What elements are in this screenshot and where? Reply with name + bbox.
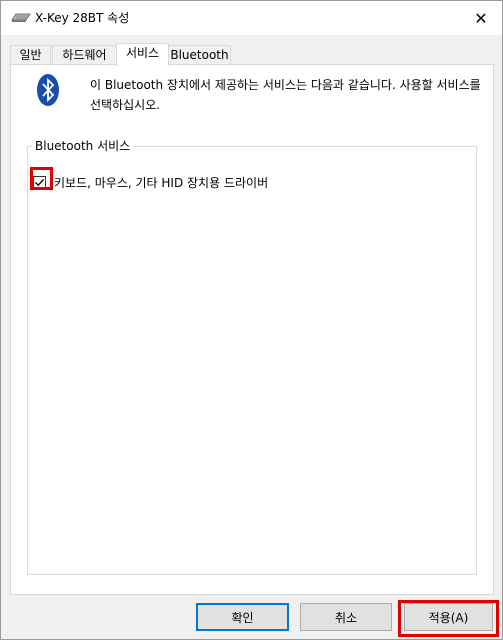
tab-bluetooth[interactable]: Bluetooth xyxy=(168,45,231,65)
apply-highlight-box xyxy=(398,600,499,637)
tab-services[interactable]: 서비스 xyxy=(116,43,169,66)
tab-label: 하드웨어 xyxy=(62,48,107,62)
bluetooth-services-group: Bluetooth 서비스 키보드, 마우스, 기타 HID 장치용 드라이버 xyxy=(27,138,477,575)
bluetooth-logo-icon xyxy=(37,74,59,106)
tab-general[interactable]: 일반 xyxy=(10,45,51,65)
keyboard-icon xyxy=(11,13,31,22)
cancel-label: 취소 xyxy=(334,610,358,625)
tab-label: 서비스 xyxy=(125,46,160,60)
services-tab-panel: 이 Bluetooth 장치에서 제공하는 서비스는 다음과 같습니다. 사용할… xyxy=(10,64,494,595)
service-label: 키보드, 마우스, 기타 HID 장치용 드라이버 xyxy=(54,175,269,190)
services-description: 이 Bluetooth 장치에서 제공하는 서비스는 다음과 같습니다. 사용할… xyxy=(90,78,481,112)
ok-label: 확인 xyxy=(231,610,254,625)
cancel-button[interactable]: 취소 xyxy=(300,603,392,631)
ok-button[interactable]: 확인 xyxy=(196,603,289,631)
checkbox-highlight-box xyxy=(30,167,53,190)
tab-label: Bluetooth xyxy=(170,48,229,62)
close-button[interactable]: ✕ xyxy=(468,5,494,31)
properties-dialog: X-Key 28BT 속성 ✕ 일반 하드웨어 서비스 Bluetooth 이 … xyxy=(0,0,503,640)
title-bar: X-Key 28BT 속성 ✕ xyxy=(1,1,502,35)
close-icon: ✕ xyxy=(474,8,488,28)
group-title: Bluetooth 서비스 xyxy=(32,138,134,154)
tab-label: 일반 xyxy=(19,48,42,62)
window-title: X-Key 28BT 속성 xyxy=(35,11,130,25)
service-item-hid[interactable]: 키보드, 마우스, 기타 HID 장치용 드라이버 xyxy=(33,172,268,192)
tab-hardware[interactable]: 하드웨어 xyxy=(52,45,117,65)
